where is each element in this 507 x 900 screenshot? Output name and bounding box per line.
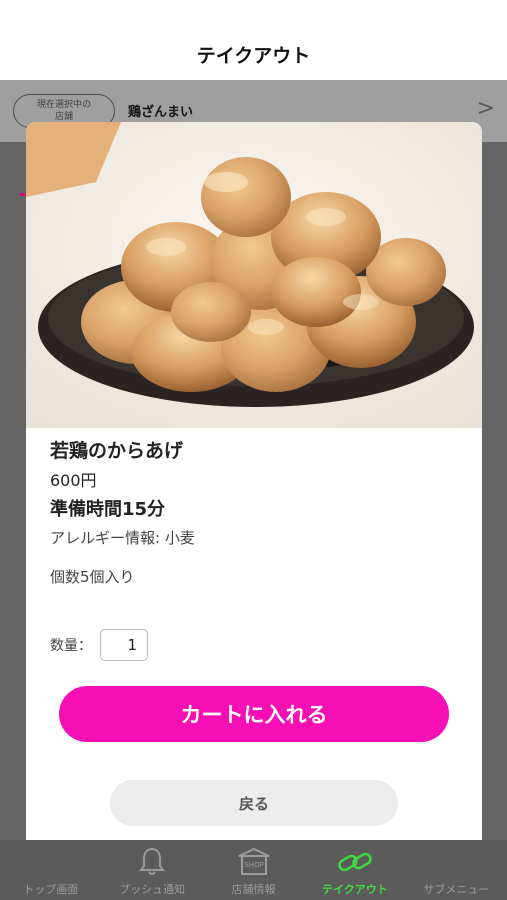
tab-shop[interactable]: SHOP 店舗情報 bbox=[203, 840, 304, 900]
nav-bar: テイクアウト bbox=[0, 28, 507, 81]
product-photo bbox=[26, 122, 482, 428]
product-info: 若鶏のからあげ 600円 準備時間15分 アレルギー情報: 小麦 個数5個入り bbox=[50, 436, 460, 588]
tab-indicator bbox=[20, 193, 25, 196]
tab-top[interactable]: トップ画面 bbox=[0, 840, 101, 900]
quantity-label: 数量： bbox=[50, 638, 92, 654]
product-name: 若鶏のからあげ bbox=[50, 440, 184, 462]
add-to-cart-button[interactable]: カートに入れる bbox=[59, 686, 449, 742]
tab-top-label: トップ画面 bbox=[23, 883, 79, 896]
link-icon bbox=[335, 845, 375, 879]
tab-push-label: プッシュ通知 bbox=[119, 883, 186, 896]
tab-submenu-label: サブメニュー bbox=[423, 883, 490, 896]
page-title: テイクアウト bbox=[196, 44, 311, 67]
tab-submenu[interactable]: サブメニュー bbox=[406, 840, 507, 900]
tab-shop-label: 店舗情報 bbox=[231, 883, 276, 896]
piece-count: 個数5個入り bbox=[50, 568, 135, 586]
quantity-row: 数量： bbox=[50, 628, 148, 662]
preparation-time: 準備時間15分 bbox=[50, 499, 166, 520]
tab-takeout-label: テイクアウト bbox=[322, 883, 388, 896]
tab-push[interactable]: プッシュ通知 bbox=[101, 840, 202, 900]
shop-icon: SHOP bbox=[236, 845, 272, 879]
product-detail-modal: 若鶏のからあげ 600円 準備時間15分 アレルギー情報: 小麦 個数5個入り … bbox=[26, 122, 482, 840]
tab-bar: トップ画面 プッシュ通知 SHOP 店舗情報 テイクアウト サブメニュー bbox=[0, 840, 507, 900]
shop-icon-text: SHOP bbox=[244, 861, 263, 869]
product-price: 600円 bbox=[50, 471, 97, 490]
status-bar bbox=[0, 0, 507, 28]
allergy-info: アレルギー情報: 小麦 bbox=[50, 529, 195, 547]
back-button[interactable]: 戻る bbox=[110, 780, 398, 826]
tab-takeout[interactable]: テイクアウト bbox=[304, 840, 405, 900]
quantity-input[interactable] bbox=[100, 629, 148, 661]
bell-icon bbox=[137, 845, 167, 879]
